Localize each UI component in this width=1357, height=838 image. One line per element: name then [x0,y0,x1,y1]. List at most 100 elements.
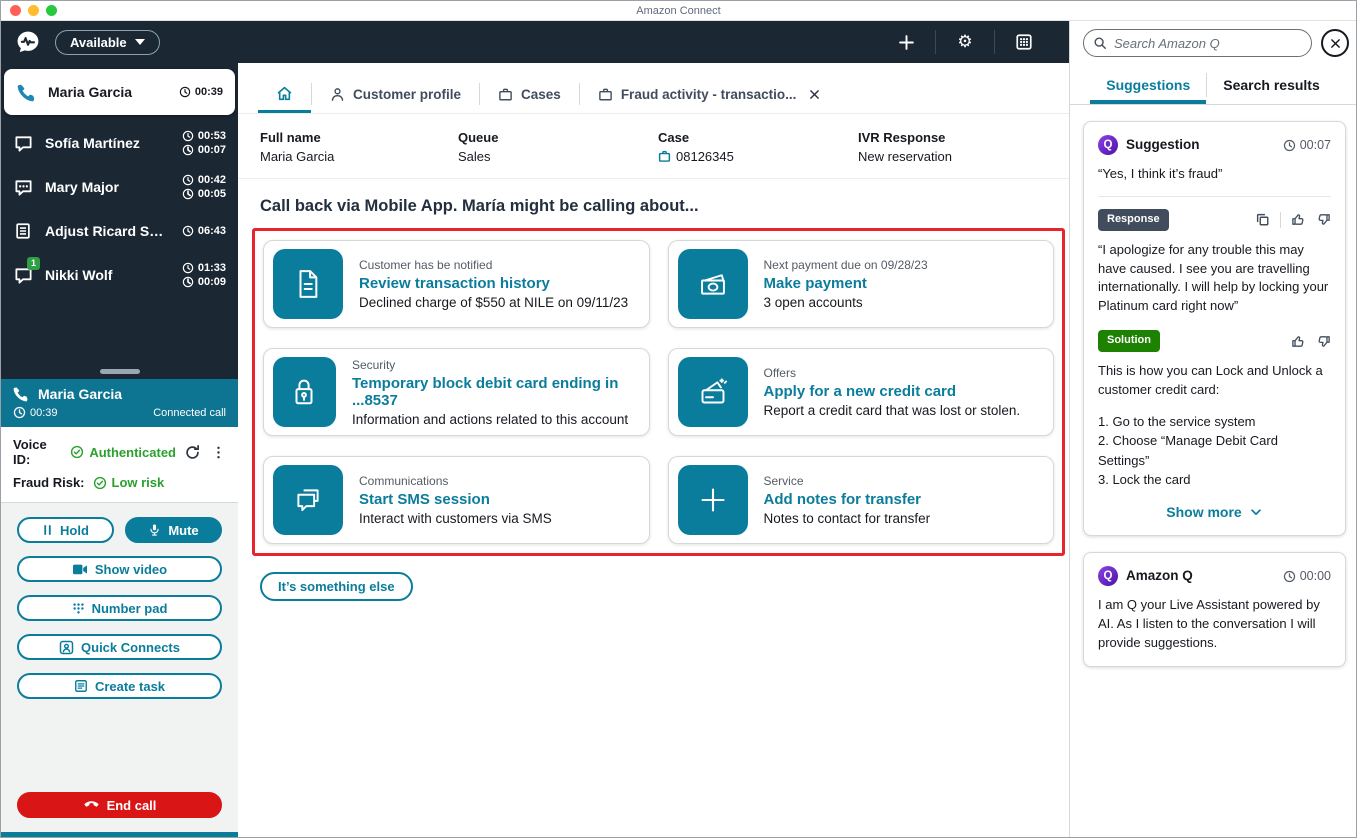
contact-list-item-sofia[interactable]: Sofía Martínez 00:53 00:07 [1,121,238,165]
search-input[interactable] [1083,29,1312,57]
thumbs-up-icon[interactable] [1291,334,1306,349]
card-title: Apply for a new credit card [764,383,1021,400]
quick-connects-button[interactable]: Quick Connects [17,634,222,660]
solution-badge: Solution [1098,330,1160,352]
quick-connects-icon [59,640,74,655]
tab-search-results[interactable]: Search results [1207,68,1336,104]
phone-icon [13,386,29,402]
card-add-notes[interactable]: Service Add notes for transfer Notes to … [668,456,1055,544]
plus-icon [678,465,748,535]
card-eyebrow: Service [764,474,931,488]
contact-list-item-mary[interactable]: Mary Major 00:42 00:05 [1,165,238,209]
search-icon [1093,36,1107,50]
connect-logo-icon [15,29,41,55]
contact-timer: 00:42 [198,174,226,186]
card-subtitle: Declined charge of $550 at NILE on 09/11… [359,295,628,310]
refresh-icon[interactable] [184,444,201,461]
tab-customer-profile[interactable]: Customer profile [312,79,479,113]
fraud-risk-label: Fraud Risk: [13,475,85,490]
show-video-button[interactable]: Show video [17,556,222,582]
contact-name: Adjust Ricard Smith’s p... [45,223,170,239]
field-value: Sales [458,149,658,164]
dialpad-icon [72,602,85,615]
thumbs-down-icon[interactable] [1316,334,1331,349]
end-call-button[interactable]: End call [17,792,222,818]
solution-step: 2. Choose “Manage Debit Card Settings” [1098,431,1331,470]
divider [1280,212,1281,228]
topbar-divider [935,30,936,54]
divider [1098,196,1331,197]
tab-home[interactable] [258,77,311,113]
panel-drag-handle[interactable] [100,369,140,374]
clock-icon [1283,570,1296,583]
main-workspace: Customer profile Cases Fraud activity - … [238,63,1069,837]
clock-icon [13,406,26,419]
field-label: Queue [458,130,658,145]
card-make-payment[interactable]: Next payment due on 09/28/23 Make paymen… [668,240,1055,328]
card-block-debit-card[interactable]: Security Temporary block debit card endi… [263,348,650,436]
plus-icon [898,34,915,51]
card-eyebrow: Next payment due on 09/28/23 [764,258,928,272]
amazon-q-welcome-card: Q Amazon Q 00:00 I am Q your Live Assist… [1083,552,1346,667]
create-task-label: Create task [95,679,165,694]
clock-icon [179,86,191,98]
close-panel-button[interactable] [1321,29,1349,57]
field-label: Full name [260,130,458,145]
field-label: IVR Response [858,130,1069,145]
show-more-label: Show more [1166,502,1241,522]
number-pad-button[interactable]: Number pad [17,595,222,621]
hold-label: Hold [60,523,89,538]
settings-button[interactable]: ⚙ [950,27,980,57]
its-something-else-label: It’s something else [278,579,395,594]
solution-step: 3. Lock the card [1098,470,1331,490]
tab-suggestions[interactable]: Suggestions [1090,68,1206,104]
card-subtitle: Notes to contact for transfer [764,511,931,526]
thumbs-down-icon[interactable] [1316,212,1331,227]
tab-fraud-activity[interactable]: Fraud activity - transactio... [580,79,840,113]
number-pad-label: Number pad [92,601,168,616]
contact-list-item-nikki[interactable]: 1 Nikki Wolf 01:33 00:09 [1,253,238,297]
solution-steps: 1. Go to the service system 2. Choose “M… [1098,412,1331,490]
card-start-sms[interactable]: Communications Start SMS session Interac… [263,456,650,544]
show-more-button[interactable]: Show more [1098,502,1331,522]
clock-icon [182,262,194,274]
tab-cases[interactable]: Cases [480,79,579,113]
dialpad-icon [1015,33,1033,51]
welcome-time: 00:00 [1300,567,1331,585]
gear-icon: ⚙ [957,34,972,51]
welcome-title: Amazon Q [1126,566,1193,586]
clock-icon [182,174,194,186]
contacts-sidebar: Maria Garcia 00:39 Sofía Martínez 0 [1,63,238,837]
its-something-else-button[interactable]: It’s something else [260,572,413,601]
mute-button[interactable]: Mute [125,517,222,543]
hold-button[interactable]: Hold [17,517,114,543]
field-queue: Queue Sales [458,130,658,164]
voice-id-value: Authenticated [89,445,176,460]
new-contact-button[interactable] [891,27,921,57]
contact-list-item-maria[interactable]: Maria Garcia 00:39 [4,69,235,115]
call-status: Connected call [153,407,226,419]
availability-dropdown[interactable]: Available [55,30,160,55]
end-call-icon [83,799,100,811]
clock-icon [182,144,194,156]
contact-list-item-task[interactable]: Adjust Ricard Smith’s p... 06:43 [1,209,238,253]
close-tab-icon[interactable] [808,88,821,101]
tab-label: Cases [521,87,561,102]
create-task-button[interactable]: Create task [17,673,222,699]
thumbs-up-icon[interactable] [1291,212,1306,227]
card-apply-credit-card[interactable]: Offers Apply for a new credit card Repor… [668,348,1055,436]
end-call-label: End call [107,798,157,813]
card-title: Add notes for transfer [764,491,931,508]
response-badge: Response [1098,209,1169,231]
contact-list: Maria Garcia 00:39 Sofía Martínez 0 [1,63,238,363]
copy-icon[interactable] [1255,212,1270,227]
solution-text: This is how you can Lock and Unlock a cu… [1098,362,1331,400]
chat-icon [13,134,33,153]
credit-card-icon [678,357,748,427]
window-titlebar: Amazon Connect [1,1,1356,21]
field-label: Case [658,130,858,145]
kebab-menu-icon[interactable] [211,445,226,460]
dialpad-launcher-button[interactable] [1009,27,1039,57]
contact-timer: 06:43 [198,225,226,237]
card-review-transaction-history[interactable]: Customer has be notified Review transact… [263,240,650,328]
